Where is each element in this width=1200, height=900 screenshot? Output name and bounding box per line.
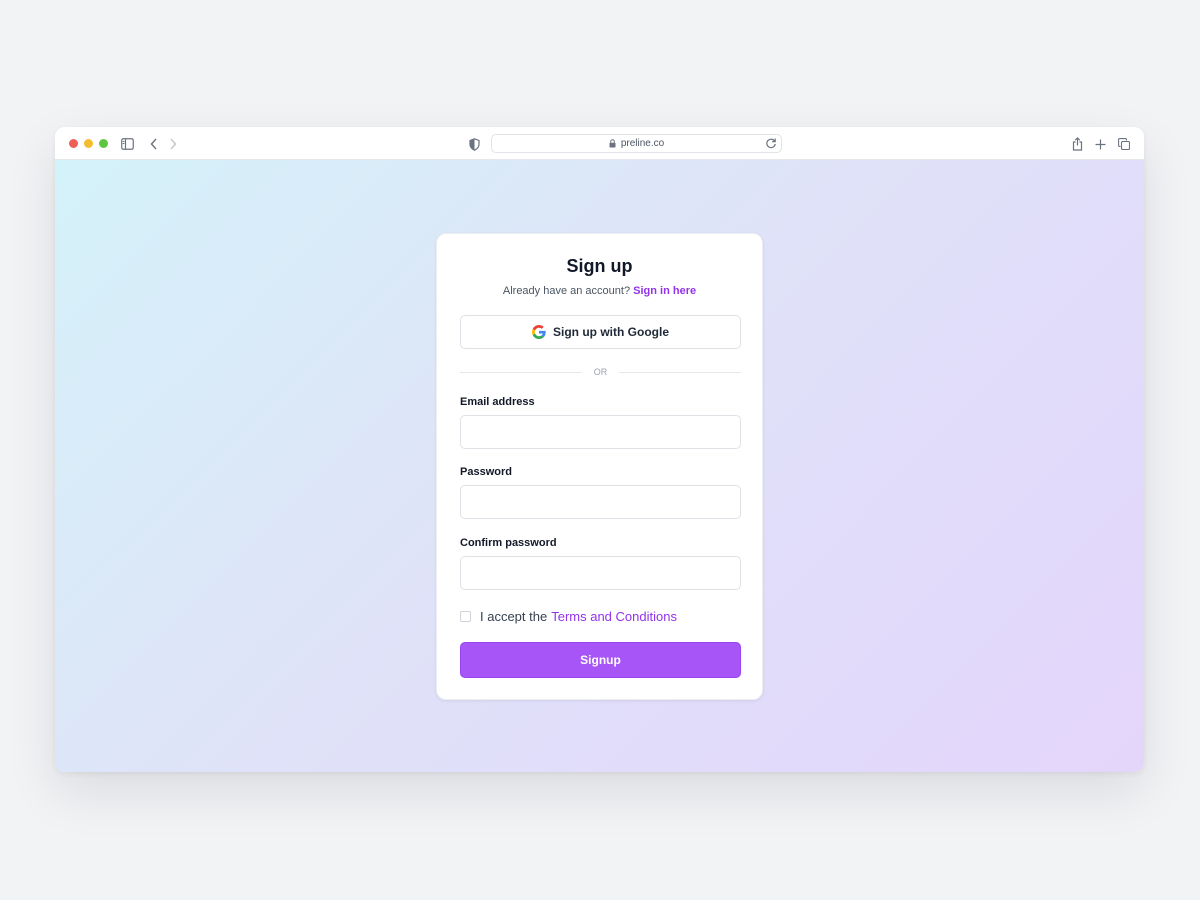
- signup-card: Sign up Already have an account? Sign in…: [436, 233, 763, 700]
- sidebar-icon[interactable]: [119, 136, 135, 152]
- share-icon[interactable]: [1069, 136, 1085, 152]
- signin-prompt-text: Already have an account?: [502, 285, 631, 297]
- close-window-button[interactable]: [69, 139, 78, 148]
- email-field[interactable]: [460, 415, 741, 449]
- signin-prompt: Already have an account? Sign in here: [437, 285, 762, 297]
- browser-window: preline.co Sign up Already have an accou…: [55, 127, 1144, 772]
- reload-icon[interactable]: [765, 137, 777, 152]
- or-divider: OR: [460, 365, 741, 379]
- password-label: Password: [460, 466, 512, 478]
- back-icon[interactable]: [146, 136, 162, 152]
- divider-line: [619, 372, 741, 373]
- forward-icon[interactable]: [165, 136, 181, 152]
- tabs-icon[interactable]: [1116, 136, 1132, 152]
- terms-text: I accept the: [480, 609, 548, 624]
- google-signup-button[interactable]: Sign up with Google: [460, 315, 741, 349]
- confirm-password-field[interactable]: [460, 556, 741, 590]
- page-title: Sign up: [566, 256, 633, 276]
- terms-checkbox[interactable]: [460, 611, 471, 622]
- new-tab-icon[interactable]: [1092, 136, 1108, 152]
- signin-link[interactable]: Sign in here: [633, 285, 696, 297]
- lock-icon: [609, 139, 616, 148]
- email-label: Email address: [460, 396, 535, 408]
- page-content: Sign up Already have an account? Sign in…: [55, 160, 1144, 772]
- minimize-window-button[interactable]: [84, 139, 93, 148]
- password-field[interactable]: [460, 485, 741, 519]
- browser-toolbar: preline.co: [55, 127, 1144, 160]
- maximize-window-button[interactable]: [99, 139, 108, 148]
- terms-row: I accept the Terms and Conditions: [460, 609, 677, 624]
- address-url: preline.co: [620, 138, 665, 149]
- terms-link[interactable]: Terms and Conditions: [551, 609, 677, 624]
- address-bar[interactable]: preline.co: [491, 134, 782, 153]
- signup-button[interactable]: Signup: [460, 642, 741, 678]
- confirm-password-label: Confirm password: [460, 537, 557, 549]
- shield-icon[interactable]: [466, 136, 482, 152]
- google-signup-label: Sign up with Google: [553, 325, 669, 339]
- google-icon: [532, 325, 546, 339]
